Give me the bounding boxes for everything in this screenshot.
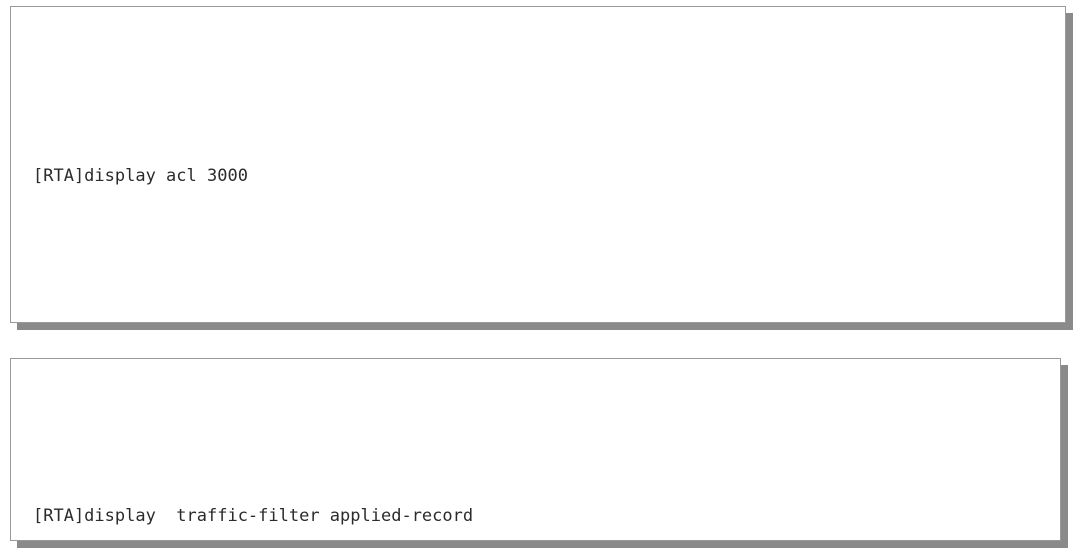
traffic-filter-output-text: [RTA]display traffic-filter applied-reco… [33,368,1052,540]
acl-output-panel: [RTA]display acl 3000 Advanced ACL 3000,… [10,6,1066,323]
console-line-command: [RTA]display acl 3000 [33,104,1057,249]
acl-output-text: [RTA]display acl 3000 Advanced ACL 3000,… [33,17,1057,322]
traffic-filter-command-text: [RTA]display traffic-filter applied-reco… [33,506,474,526]
console-line-command: [RTA]display traffic-filter applied-reco… [33,449,1052,540]
traffic-filter-output-panel: [RTA]display traffic-filter applied-reco… [10,358,1061,541]
console-command-text: [RTA]display acl 3000 [33,166,248,186]
